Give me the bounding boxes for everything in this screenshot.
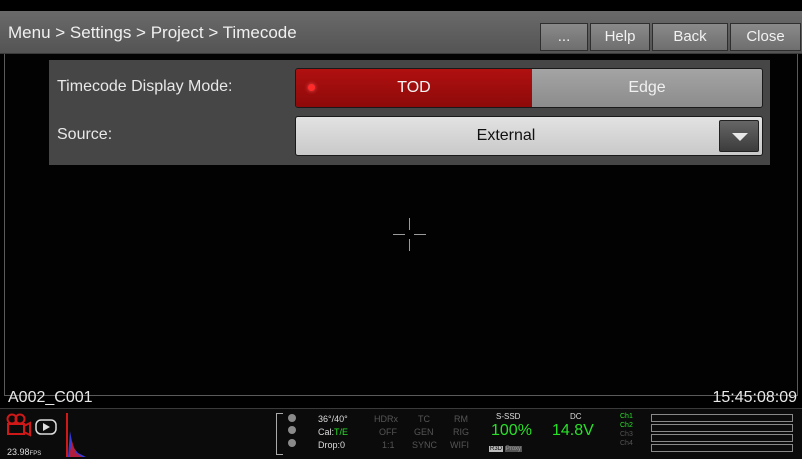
source-dropdown-button[interactable]	[719, 120, 759, 152]
more-button[interactable]: ...	[540, 23, 588, 51]
fps-value: 23.98	[7, 447, 30, 457]
edge-label: Edge	[628, 79, 666, 96]
hdrx-label: HDRx	[374, 414, 398, 424]
media-percent: 100%	[491, 422, 532, 439]
audio-meter-2	[651, 424, 793, 432]
r3d-badge: R3D	[489, 446, 504, 452]
proxy-badge: Proxy	[504, 446, 523, 452]
histogram-icon	[66, 413, 86, 457]
aspect-ratio: 1:1	[382, 440, 395, 450]
media-label: S-SSD	[496, 412, 521, 421]
rm-label: RM	[454, 414, 468, 424]
tc-value: GEN	[414, 427, 434, 437]
source-dropdown[interactable]: External	[295, 116, 763, 156]
display-mode-option-tod[interactable]: TOD	[296, 69, 532, 107]
source-value: External	[476, 127, 536, 144]
display-mode-option-edge[interactable]: Edge	[532, 69, 762, 107]
help-button[interactable]: Help	[590, 23, 650, 51]
display-mode-label: Timecode Display Mode:	[57, 78, 233, 95]
channel-4: Ch4	[620, 440, 633, 447]
status-dot-3	[288, 439, 296, 447]
crosshair-center	[405, 230, 414, 239]
audio-meter-4	[651, 444, 793, 452]
playback-icon[interactable]	[35, 419, 57, 435]
power-voltage: 14.8V	[552, 422, 594, 439]
chevron-down-icon	[732, 133, 748, 141]
status-bar: 23.98FPS 36°/40° Cal:T/E Drop:0 HDRx OFF…	[0, 408, 802, 459]
wifi-status: WIFI	[450, 440, 469, 450]
close-button[interactable]: Close	[730, 23, 801, 51]
calibration-value: T/E	[334, 427, 349, 437]
channel-3: Ch3	[620, 431, 633, 438]
fps-readout: 23.98FPS	[7, 447, 41, 459]
tc-label: TC	[418, 414, 430, 424]
hdrx-value: OFF	[379, 427, 397, 437]
calibration-label: Cal:	[318, 427, 335, 437]
top-bar	[0, 0, 802, 11]
channel-2: Ch2	[620, 422, 633, 429]
audio-meter-1	[651, 414, 793, 422]
media-badges: R3D Proxy	[489, 444, 523, 454]
camera-icon	[6, 413, 31, 437]
timecode-settings-panel: Timecode Display Mode: TOD Edge Source: …	[49, 60, 770, 165]
title-bar: Menu > Settings > Project > Timecode ...…	[0, 11, 802, 54]
source-label: Source:	[57, 126, 113, 143]
channel-1: Ch1	[620, 413, 633, 420]
selected-indicator-icon	[308, 84, 315, 91]
clip-name: A002_C001	[8, 389, 93, 406]
status-dot-1	[288, 414, 296, 422]
audio-meter-3	[651, 434, 793, 442]
fps-unit: FPS	[29, 451, 42, 457]
tc-sync: SYNC	[412, 440, 438, 450]
tod-label: TOD	[397, 79, 431, 96]
rm-value: RIG	[453, 427, 470, 437]
status-divider	[276, 413, 283, 455]
back-button[interactable]: Back	[652, 23, 728, 51]
dropped-frames: Drop:0	[318, 440, 346, 450]
display-mode-toggle: TOD Edge	[295, 68, 763, 108]
timecode-readout: 15:45:08:09	[712, 389, 797, 406]
power-label: DC	[570, 412, 582, 421]
temperature: 36°/40°	[318, 414, 348, 424]
status-dot-2	[288, 426, 296, 434]
calibration: Cal:T/E	[318, 427, 348, 437]
breadcrumb: Menu > Settings > Project > Timecode	[8, 23, 297, 42]
